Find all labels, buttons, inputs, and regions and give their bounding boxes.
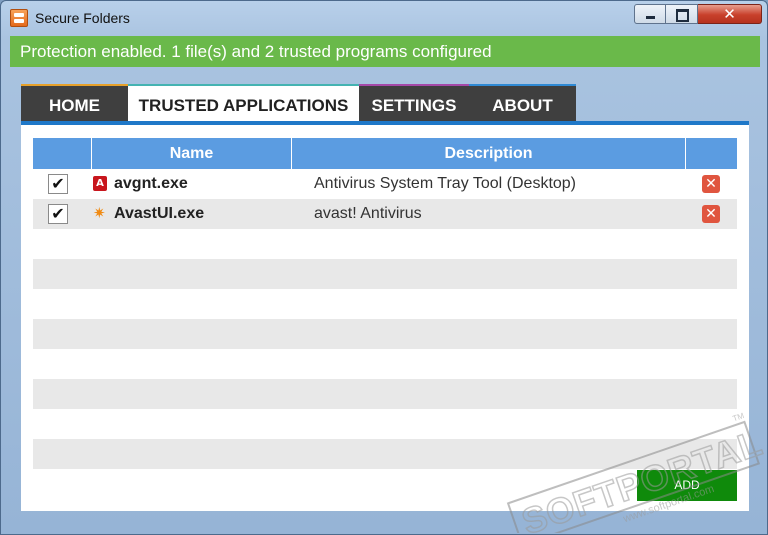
minimize-button[interactable] [634,4,666,24]
column-header-description[interactable]: Description [292,138,686,169]
close-button[interactable]: ✕ [698,4,762,24]
enabled-checkbox[interactable]: ✔ [48,204,68,224]
tab-settings[interactable]: SETTINGS [359,84,469,121]
empty-row [33,349,737,379]
app-window: Secure Folders ✕ Protection enabled. 1 f… [0,0,768,535]
empty-row [33,259,737,289]
avira-icon: A [93,176,107,191]
column-header-name[interactable]: Name [92,138,292,169]
empty-row [33,289,737,319]
add-button[interactable]: ADD [637,470,737,501]
program-name: AvastUI.exe [114,205,205,222]
column-header-delete [686,138,737,169]
empty-row [33,319,737,349]
program-description: Antivirus System Tray Tool (Desktop) [314,175,577,192]
tab-about[interactable]: ABOUT [469,84,576,121]
delete-button[interactable]: ✕ [702,205,720,223]
maximize-icon [676,9,689,22]
program-description: avast! Antivirus [314,205,422,222]
enabled-checkbox[interactable]: ✔ [48,174,68,194]
column-header-enabled [33,138,92,169]
trusted-programs-table: Name Description ✔ A avgnt.exe Antivirus… [33,138,737,499]
tab-home[interactable]: HOME [21,84,128,121]
empty-row [33,409,737,439]
window-title: Secure Folders [35,10,130,26]
close-icon: ✕ [723,5,736,23]
table-row[interactable]: ✔ A avgnt.exe Antivirus System Tray Tool… [33,169,737,199]
empty-row [33,379,737,409]
empty-row [33,439,737,469]
title-bar[interactable]: Secure Folders ✕ [1,1,767,35]
tab-trusted-applications[interactable]: TRUSTED APPLICATIONS [128,84,359,121]
protection-status-bar: Protection enabled. 1 file(s) and 2 trus… [10,36,760,67]
table-row[interactable]: ✔ ✷ AvastUI.exe avast! Antivirus ✕ [33,199,737,229]
program-name: avgnt.exe [114,175,188,192]
table-header: Name Description [33,138,737,169]
minimize-icon [646,16,655,19]
empty-row [33,229,737,259]
secure-folders-app-icon [10,9,28,27]
trusted-applications-panel: Name Description ✔ A avgnt.exe Antivirus… [21,121,749,511]
delete-button[interactable]: ✕ [702,175,720,193]
avast-icon: ✷ [93,204,106,222]
maximize-button[interactable] [666,4,698,24]
empty-row [33,469,737,499]
